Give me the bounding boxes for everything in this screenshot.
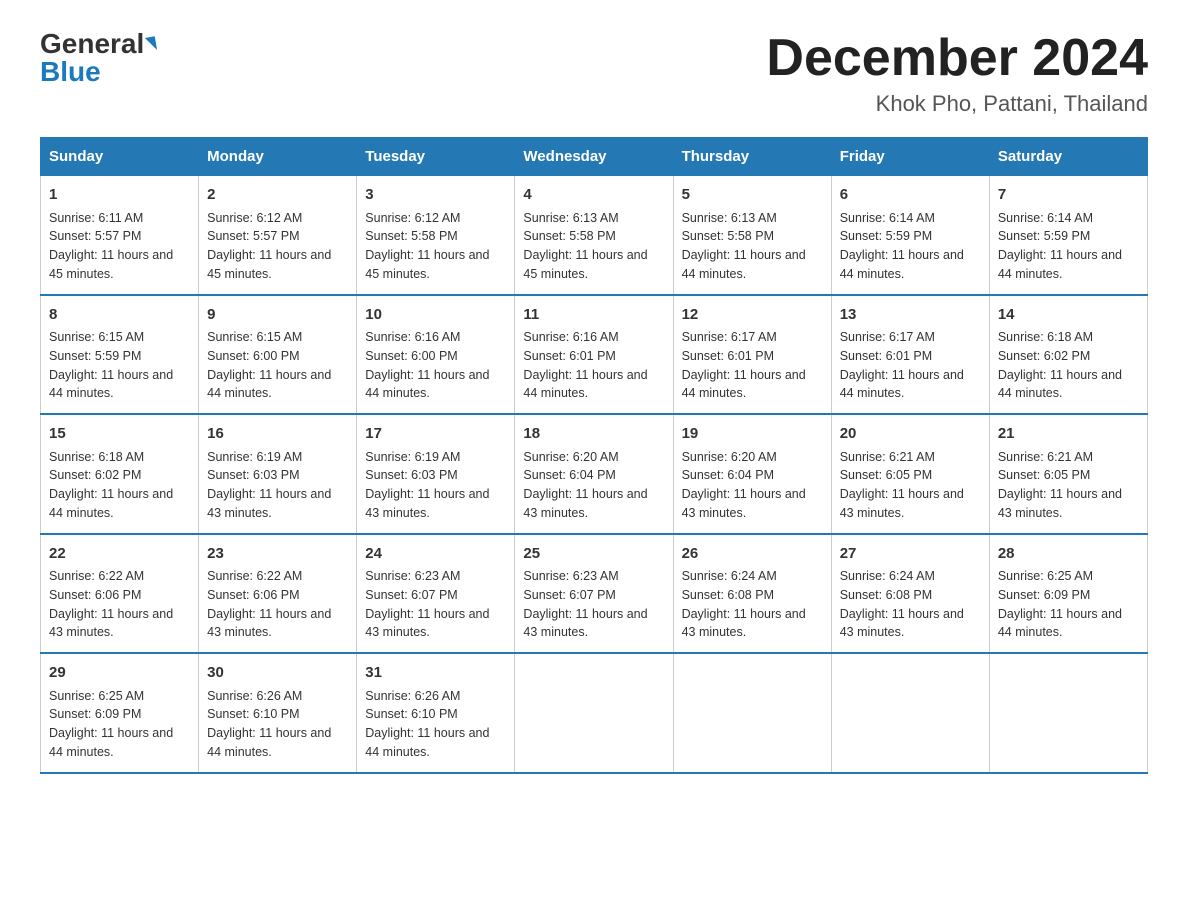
- calendar-cell: 13Sunrise: 6:17 AMSunset: 6:01 PMDayligh…: [831, 295, 989, 415]
- calendar-week-row: 8Sunrise: 6:15 AMSunset: 5:59 PMDaylight…: [41, 295, 1148, 415]
- calendar-cell: 25Sunrise: 6:23 AMSunset: 6:07 PMDayligh…: [515, 534, 673, 654]
- day-number: 5: [682, 184, 823, 207]
- day-number: 4: [523, 184, 664, 207]
- logo-blue-text: Blue: [40, 58, 101, 86]
- day-number: 20: [840, 423, 981, 446]
- calendar-cell: 10Sunrise: 6:16 AMSunset: 6:00 PMDayligh…: [357, 295, 515, 415]
- calendar-cell: [515, 653, 673, 773]
- day-number: 16: [207, 423, 348, 446]
- calendar-table: SundayMondayTuesdayWednesdayThursdayFrid…: [40, 137, 1148, 774]
- logo-triangle-icon: [145, 36, 157, 52]
- day-number: 14: [998, 304, 1139, 327]
- day-number: 2: [207, 184, 348, 207]
- day-number: 10: [365, 304, 506, 327]
- day-number: 3: [365, 184, 506, 207]
- day-number: 25: [523, 543, 664, 566]
- calendar-cell: [831, 653, 989, 773]
- day-number: 17: [365, 423, 506, 446]
- day-number: 6: [840, 184, 981, 207]
- calendar-cell: 6Sunrise: 6:14 AMSunset: 5:59 PMDaylight…: [831, 176, 989, 295]
- calendar-cell: 18Sunrise: 6:20 AMSunset: 6:04 PMDayligh…: [515, 414, 673, 534]
- day-number: 30: [207, 662, 348, 685]
- calendar-cell: 30Sunrise: 6:26 AMSunset: 6:10 PMDayligh…: [199, 653, 357, 773]
- header-thursday: Thursday: [673, 138, 831, 176]
- calendar-cell: 27Sunrise: 6:24 AMSunset: 6:08 PMDayligh…: [831, 534, 989, 654]
- header-friday: Friday: [831, 138, 989, 176]
- day-number: 15: [49, 423, 190, 446]
- calendar-cell: 1Sunrise: 6:11 AMSunset: 5:57 PMDaylight…: [41, 176, 199, 295]
- calendar-header-row: SundayMondayTuesdayWednesdayThursdayFrid…: [41, 138, 1148, 176]
- calendar-cell: 12Sunrise: 6:17 AMSunset: 6:01 PMDayligh…: [673, 295, 831, 415]
- day-number: 21: [998, 423, 1139, 446]
- calendar-cell: 21Sunrise: 6:21 AMSunset: 6:05 PMDayligh…: [989, 414, 1147, 534]
- calendar-cell: 3Sunrise: 6:12 AMSunset: 5:58 PMDaylight…: [357, 176, 515, 295]
- day-number: 22: [49, 543, 190, 566]
- header-saturday: Saturday: [989, 138, 1147, 176]
- day-number: 18: [523, 423, 664, 446]
- day-number: 31: [365, 662, 506, 685]
- day-number: 23: [207, 543, 348, 566]
- header-tuesday: Tuesday: [357, 138, 515, 176]
- calendar-cell: 17Sunrise: 6:19 AMSunset: 6:03 PMDayligh…: [357, 414, 515, 534]
- calendar-cell: 7Sunrise: 6:14 AMSunset: 5:59 PMDaylight…: [989, 176, 1147, 295]
- calendar-cell: 20Sunrise: 6:21 AMSunset: 6:05 PMDayligh…: [831, 414, 989, 534]
- calendar-cell: 8Sunrise: 6:15 AMSunset: 5:59 PMDaylight…: [41, 295, 199, 415]
- calendar-cell: 19Sunrise: 6:20 AMSunset: 6:04 PMDayligh…: [673, 414, 831, 534]
- calendar-cell: 14Sunrise: 6:18 AMSunset: 6:02 PMDayligh…: [989, 295, 1147, 415]
- calendar-cell: 5Sunrise: 6:13 AMSunset: 5:58 PMDaylight…: [673, 176, 831, 295]
- location-subtitle: Khok Pho, Pattani, Thailand: [766, 91, 1148, 117]
- header-sunday: Sunday: [41, 138, 199, 176]
- calendar-cell: 28Sunrise: 6:25 AMSunset: 6:09 PMDayligh…: [989, 534, 1147, 654]
- calendar-cell: 15Sunrise: 6:18 AMSunset: 6:02 PMDayligh…: [41, 414, 199, 534]
- page-header: General Blue December 2024 Khok Pho, Pat…: [40, 30, 1148, 117]
- day-number: 9: [207, 304, 348, 327]
- day-number: 8: [49, 304, 190, 327]
- calendar-cell: [989, 653, 1147, 773]
- day-number: 12: [682, 304, 823, 327]
- calendar-cell: 31Sunrise: 6:26 AMSunset: 6:10 PMDayligh…: [357, 653, 515, 773]
- day-number: 24: [365, 543, 506, 566]
- day-number: 7: [998, 184, 1139, 207]
- day-number: 28: [998, 543, 1139, 566]
- calendar-week-row: 29Sunrise: 6:25 AMSunset: 6:09 PMDayligh…: [41, 653, 1148, 773]
- day-number: 13: [840, 304, 981, 327]
- calendar-cell: 24Sunrise: 6:23 AMSunset: 6:07 PMDayligh…: [357, 534, 515, 654]
- calendar-cell: 29Sunrise: 6:25 AMSunset: 6:09 PMDayligh…: [41, 653, 199, 773]
- day-number: 27: [840, 543, 981, 566]
- calendar-cell: 26Sunrise: 6:24 AMSunset: 6:08 PMDayligh…: [673, 534, 831, 654]
- day-number: 29: [49, 662, 190, 685]
- logo: General Blue: [40, 30, 156, 86]
- day-number: 1: [49, 184, 190, 207]
- calendar-cell: [673, 653, 831, 773]
- day-number: 26: [682, 543, 823, 566]
- header-monday: Monday: [199, 138, 357, 176]
- calendar-cell: 23Sunrise: 6:22 AMSunset: 6:06 PMDayligh…: [199, 534, 357, 654]
- calendar-cell: 9Sunrise: 6:15 AMSunset: 6:00 PMDaylight…: [199, 295, 357, 415]
- calendar-cell: 4Sunrise: 6:13 AMSunset: 5:58 PMDaylight…: [515, 176, 673, 295]
- month-title: December 2024: [766, 30, 1148, 87]
- calendar-cell: 16Sunrise: 6:19 AMSunset: 6:03 PMDayligh…: [199, 414, 357, 534]
- calendar-cell: 11Sunrise: 6:16 AMSunset: 6:01 PMDayligh…: [515, 295, 673, 415]
- calendar-week-row: 1Sunrise: 6:11 AMSunset: 5:57 PMDaylight…: [41, 176, 1148, 295]
- logo-general-text: General: [40, 30, 144, 58]
- calendar-week-row: 15Sunrise: 6:18 AMSunset: 6:02 PMDayligh…: [41, 414, 1148, 534]
- day-number: 19: [682, 423, 823, 446]
- header-wednesday: Wednesday: [515, 138, 673, 176]
- title-section: December 2024 Khok Pho, Pattani, Thailan…: [766, 30, 1148, 117]
- day-number: 11: [523, 304, 664, 327]
- calendar-week-row: 22Sunrise: 6:22 AMSunset: 6:06 PMDayligh…: [41, 534, 1148, 654]
- calendar-cell: 2Sunrise: 6:12 AMSunset: 5:57 PMDaylight…: [199, 176, 357, 295]
- calendar-cell: 22Sunrise: 6:22 AMSunset: 6:06 PMDayligh…: [41, 534, 199, 654]
